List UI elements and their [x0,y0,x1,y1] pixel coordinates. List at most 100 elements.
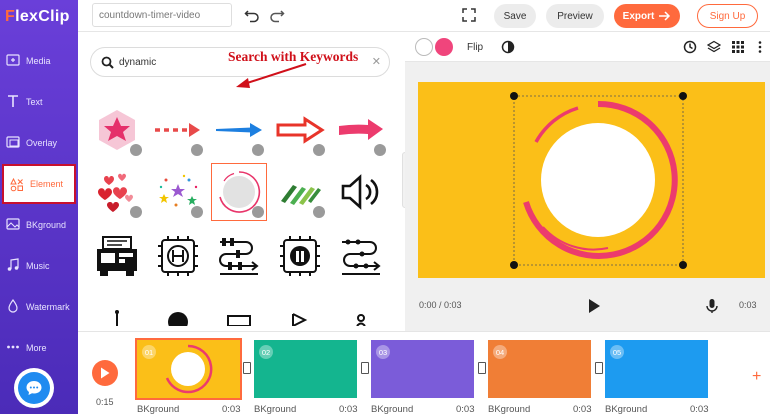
clear-search-icon[interactable]: ✕ [372,55,381,68]
undo-icon[interactable] [244,7,260,23]
export-button[interactable]: Export [614,4,680,28]
element-process-flow[interactable] [212,228,266,284]
dashed-arrow-icon [155,123,200,137]
sidebar-item-media[interactable]: Media [0,41,78,81]
sidebar-item-label: Overlay [26,138,58,148]
person-icon [356,314,366,326]
timeline-clip-3[interactable]: 03 [371,340,474,398]
play-icon [101,367,110,379]
clip-label: BKground [137,404,180,414]
element-pin[interactable] [90,288,144,331]
flexclip-logo[interactable]: FlexClip [5,8,70,26]
element-dynamic-circle[interactable] [211,163,267,221]
microphone-icon[interactable] [705,298,719,314]
timeline-clip-5[interactable]: 05 [605,340,708,398]
chat-help-button[interactable] [18,372,50,404]
save-button[interactable]: Save [494,4,536,28]
sidebar-item-label: Media [26,56,51,66]
sidebar-item-music[interactable]: Music [0,246,78,286]
fullscreen-icon[interactable] [462,8,476,22]
video-stage[interactable] [418,82,765,278]
timeline-clip-4[interactable]: 04 [488,340,591,398]
element-person[interactable] [334,288,388,331]
sidebar-item-more[interactable]: More [0,328,78,368]
sidebar-item-label: Music [26,261,50,271]
resize-handle-tl [510,92,518,100]
flip-button[interactable]: Flip [467,42,483,53]
sidebar-item-text[interactable]: Text [0,82,78,122]
element-dashed-arrow[interactable] [151,102,205,158]
opacity-icon[interactable] [501,40,515,54]
white-circle [541,123,655,237]
add-clip-icon[interactable]: + [752,368,761,386]
media-icon [6,54,20,66]
info-machine-icon [280,236,320,276]
element-hardware-chip[interactable] [151,228,205,284]
project-name-field[interactable]: countdown-timer-video [92,3,232,27]
transition-handle[interactable] [243,362,251,374]
element-outline-arrow[interactable] [273,102,327,158]
timeline-clip-1[interactable]: 01 [135,338,242,400]
play-icon[interactable] [587,298,601,314]
color-swatch-white[interactable] [415,38,433,56]
clip-thumbnail [165,344,213,394]
sidebar-item-overlay[interactable]: Overlay [0,123,78,163]
sidebar-item-watermark[interactable]: Watermark [0,287,78,327]
grid-icon[interactable] [731,40,745,54]
process-steps-icon [342,239,381,275]
transition-handle[interactable] [361,362,369,374]
element-confetti-stars[interactable] [151,164,205,220]
element-green-stripes[interactable] [273,164,327,220]
element-flag[interactable] [273,288,327,331]
element-panel: ✕ Search with Keywords [78,32,405,331]
more-options-icon[interactable] [753,40,767,54]
element-speaker[interactable] [334,164,388,220]
sidebar-item-label: BKground [26,220,67,230]
premium-badge-icon [313,144,325,156]
signup-button[interactable]: Sign Up [697,4,758,28]
preview-button[interactable]: Preview [546,4,604,28]
music-icon [7,258,19,271]
sidebar-item-bkground[interactable]: BKground [0,205,78,245]
element-pink-arrow[interactable] [334,102,388,158]
element-star-hexagon[interactable] [90,102,144,158]
sidebar-item-element[interactable]: Element [2,164,76,204]
speaker-icon [341,174,379,210]
background-icon [6,218,20,230]
preview-toolbar: Flip [405,32,770,62]
element-process-steps[interactable] [334,228,388,284]
timeline-clip-2[interactable]: 02 [254,340,357,398]
element-blue-arrow[interactable] [212,102,266,158]
hardware-chip-icon [158,236,198,276]
redo-icon[interactable] [269,7,285,23]
top-bar: countdown-timer-video Save Preview Expor… [78,0,770,32]
arrow-right-icon [659,11,671,21]
clip-number: 05 [610,345,624,359]
element-document[interactable] [212,288,266,331]
sidebar-item-label: Element [30,179,64,189]
timeline-play-button[interactable] [92,360,118,386]
transition-handle[interactable] [478,362,486,374]
element-info-machine[interactable] [273,228,327,284]
element-hearts[interactable] [90,164,144,220]
blue-arrow-icon [216,123,262,137]
watermark-icon [8,299,18,313]
transition-handle[interactable] [595,362,603,374]
element-printer-machine[interactable] [90,228,144,284]
sidebar-item-label: More [26,343,47,353]
sidebar: FlexClip Media Text Overlay Element BKgr… [0,0,78,414]
layers-icon[interactable] [707,40,721,54]
premium-badge-icon [130,144,142,156]
clip-number: 02 [259,345,273,359]
color-swatch-pink[interactable] [435,38,453,56]
clock-icon[interactable] [683,40,697,54]
green-stripes-icon [281,185,321,205]
current-time: 0:00 / 0:03 [419,300,462,310]
annotation-arrow [236,63,307,88]
clip-label: BKground [488,404,531,414]
total-time: 0:03 [739,300,757,310]
premium-badge-icon [252,206,264,218]
more-icon [7,345,19,349]
element-globe[interactable] [151,288,205,331]
premium-badge-icon [191,144,203,156]
